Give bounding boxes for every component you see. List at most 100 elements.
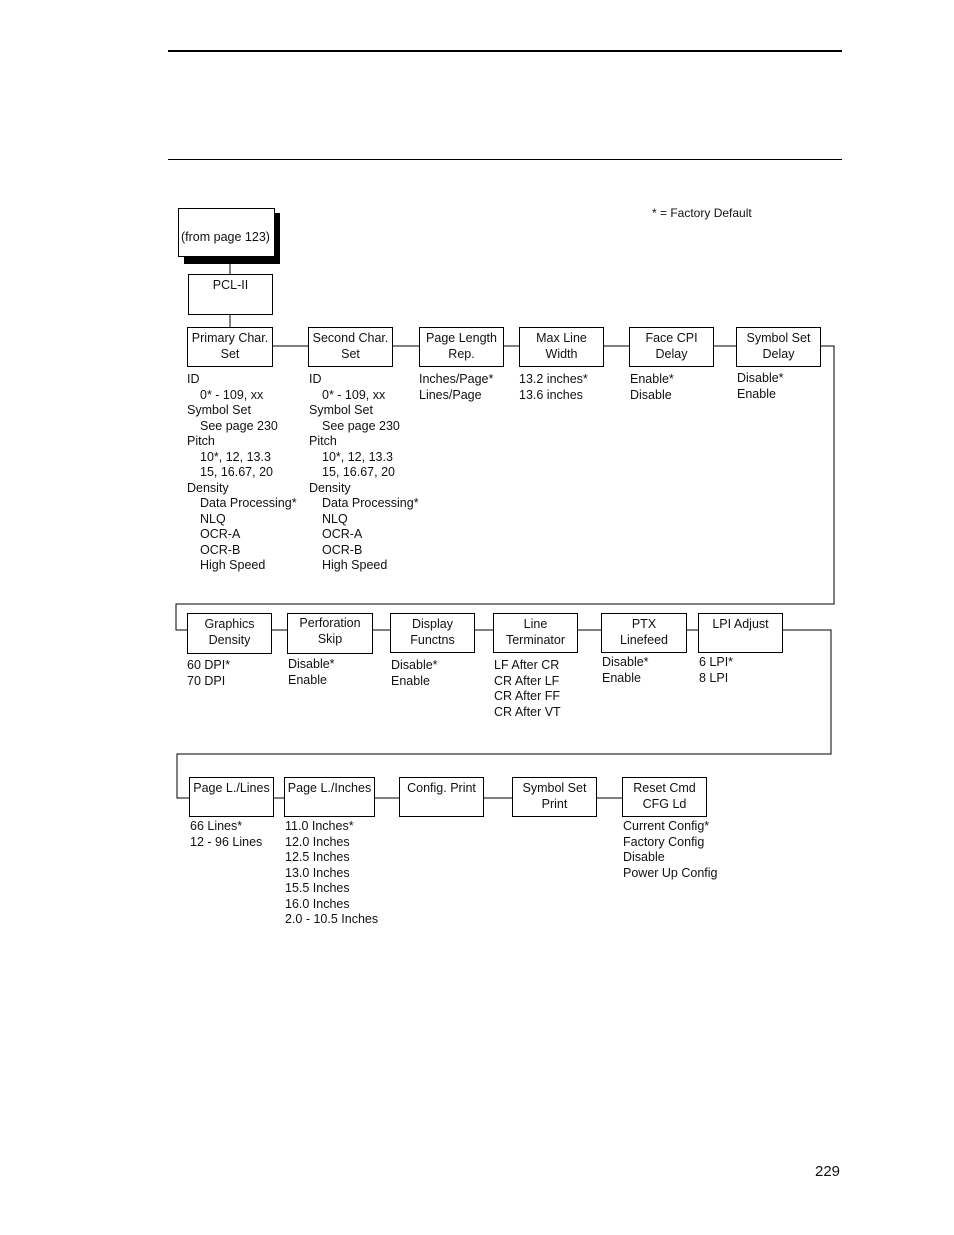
menu-title-line: Functns: [410, 633, 455, 647]
option-item: See page 230: [322, 418, 400, 433]
option-item: 0* - 109, xx: [200, 387, 264, 402]
option-item: Enable: [391, 673, 430, 688]
menu-reset-cmd-cfg-ld[interactable]: Reset Cmd CFG Ld: [622, 777, 707, 817]
menu-page-length-rep[interactable]: Page Length Rep.: [419, 327, 504, 367]
menu-title-line: Primary Char.: [191, 331, 269, 345]
option-item: Disable: [623, 850, 665, 864]
option-item: OCR-B: [200, 542, 241, 557]
menu-title-line: Symbol Set: [746, 331, 811, 345]
options-second-char-set: ID 0* - 109, xx Symbol Set See page 230 Pitc…: [309, 372, 419, 574]
options-display-functns: Disable* Enable: [391, 658, 438, 689]
menu-title-line: Symbol Set: [522, 781, 587, 795]
menu-ptx-linefeed[interactable]: PTX Linefeed: [601, 613, 687, 653]
menu-config-print[interactable]: Config. Print: [399, 777, 484, 817]
option-item: OCR-A: [200, 527, 241, 541]
option-item: 6 LPI*: [699, 655, 734, 669]
menu-lpi-adjust[interactable]: LPI Adjust: [698, 613, 783, 653]
menu-title-line: Set: [220, 347, 240, 361]
connector-lines: [175, 256, 835, 799]
option-item: Inches/Page*: [419, 372, 494, 386]
option-item: 2.0 - 10.5 Inches: [285, 912, 379, 926]
option-item: See page 230: [200, 418, 278, 433]
menu-title-line: Second Char.: [312, 331, 389, 345]
option-item: CR After LF: [494, 673, 560, 688]
option-item: OCR-B: [322, 542, 363, 557]
option-item: Disable*: [391, 658, 438, 672]
menu-title-line: Set: [341, 347, 360, 361]
menu-perforation-skip[interactable]: Perforation Skip: [287, 613, 373, 654]
menu-page-l-lines[interactable]: Page L./Lines: [189, 777, 274, 817]
menu-line-terminator[interactable]: Line Terminator: [493, 613, 578, 653]
options-face-cpi-delay: Enable* Disable: [630, 372, 674, 403]
option-item: 60 DPI*: [187, 658, 231, 672]
menu-root-pcl-ii[interactable]: PCL-II: [188, 274, 273, 315]
menu-display-functns[interactable]: Display Functns: [390, 613, 475, 653]
menu-title-line: Display: [412, 617, 453, 631]
menu-title-line: Print: [541, 797, 568, 811]
menu-title-line: Page Length: [426, 331, 497, 345]
menu-title-line: Max Line: [536, 331, 587, 345]
menu-title-line: Density: [208, 633, 251, 647]
menu-max-line-width[interactable]: Max Line Width: [519, 327, 604, 367]
option-item: 15, 16.67, 20: [322, 465, 395, 479]
options-primary-char-set: ID 0* - 109, xx Symbol Set See page 230 Pitc…: [187, 372, 297, 574]
menu-graphics-density[interactable]: Graphics Density: [187, 613, 272, 654]
option-item: High Speed: [322, 558, 388, 572]
menu-title-line: Page L./Lines: [193, 781, 270, 795]
menu-title-line: LPI Adjust: [712, 617, 769, 631]
factory-default-legend: * = Factory Default: [652, 206, 752, 220]
option-item: 12.5 Inches: [285, 850, 350, 864]
page-number: 229: [815, 1163, 841, 1180]
option-item: Symbol Set: [187, 403, 251, 417]
options-page-l-inches: 11.0 Inches* 12.0 Inches 12.5 Inches 13.0 I…: [285, 819, 378, 928]
options-symbol-set-delay: Disable* Enable: [737, 371, 784, 402]
menu-title-line: Delay: [655, 347, 688, 361]
option-item: NLQ: [322, 511, 348, 526]
option-item: LF After CR: [494, 658, 560, 672]
menu-title-line: Width: [545, 347, 578, 361]
option-item: OCR-A: [322, 527, 363, 541]
option-item: Disable*: [737, 371, 784, 385]
option-item: 8 LPI: [699, 670, 729, 685]
option-item: 0* - 109, xx: [322, 387, 386, 402]
menu-title-line: Line: [523, 617, 548, 631]
menu-title-line: Page L./Inches: [287, 781, 372, 795]
option-item: Density: [309, 480, 351, 495]
menu-title-line: Face CPI: [645, 331, 698, 345]
menu-second-char-set[interactable]: Second Char. Set: [308, 327, 393, 367]
menu-title-line: Linefeed: [620, 633, 668, 647]
option-item: Factory Config: [623, 834, 705, 849]
options-perforation-skip: Disable* Enable: [288, 657, 335, 688]
option-item: 70 DPI: [187, 673, 226, 688]
option-item: Pitch: [187, 434, 215, 448]
menu-symbol-set-delay[interactable]: Symbol Set Delay: [736, 327, 821, 367]
option-item: 11.0 Inches*: [285, 819, 354, 833]
menu-symbol-set-print[interactable]: Symbol Set Print: [512, 777, 597, 817]
entry-box[interactable]: (from page 123): [178, 208, 275, 257]
option-item: 16.0 Inches: [285, 896, 350, 911]
option-item: Density: [187, 480, 229, 495]
menu-title-line: CFG Ld: [642, 797, 687, 811]
options-max-line-width: 13.2 inches* 13.6 inches: [519, 372, 588, 403]
option-item: CR After FF: [494, 689, 560, 703]
menu-primary-char-set[interactable]: Primary Char. Set: [187, 327, 273, 367]
option-item: 10*, 12, 13.3: [322, 449, 393, 464]
option-item: 15, 16.67, 20: [200, 465, 273, 479]
menu-title-line: Terminator: [505, 633, 566, 647]
options-page-length-rep: Inches/Page* Lines/Page: [419, 372, 493, 403]
option-item: CR After VT: [494, 704, 561, 719]
menu-face-cpi-delay[interactable]: Face CPI Delay: [629, 327, 714, 367]
menu-title-line: Graphics: [204, 617, 255, 631]
option-item: High Speed: [200, 558, 266, 572]
option-item: Disable*: [602, 655, 649, 669]
menu-page-l-inches[interactable]: Page L./Inches: [284, 777, 375, 817]
option-item: 66 Lines*: [190, 819, 243, 833]
menu-title-line: Perforation: [299, 616, 361, 630]
menu-title-line: Reset Cmd: [633, 781, 696, 795]
option-item: Data Processing*: [200, 496, 297, 510]
menu-title-line: Config. Print: [407, 781, 476, 795]
option-item: 13.0 Inches: [285, 865, 350, 880]
option-item: Enable: [602, 670, 641, 685]
option-item: Enable: [737, 386, 776, 401]
option-item: Symbol Set: [309, 403, 373, 417]
